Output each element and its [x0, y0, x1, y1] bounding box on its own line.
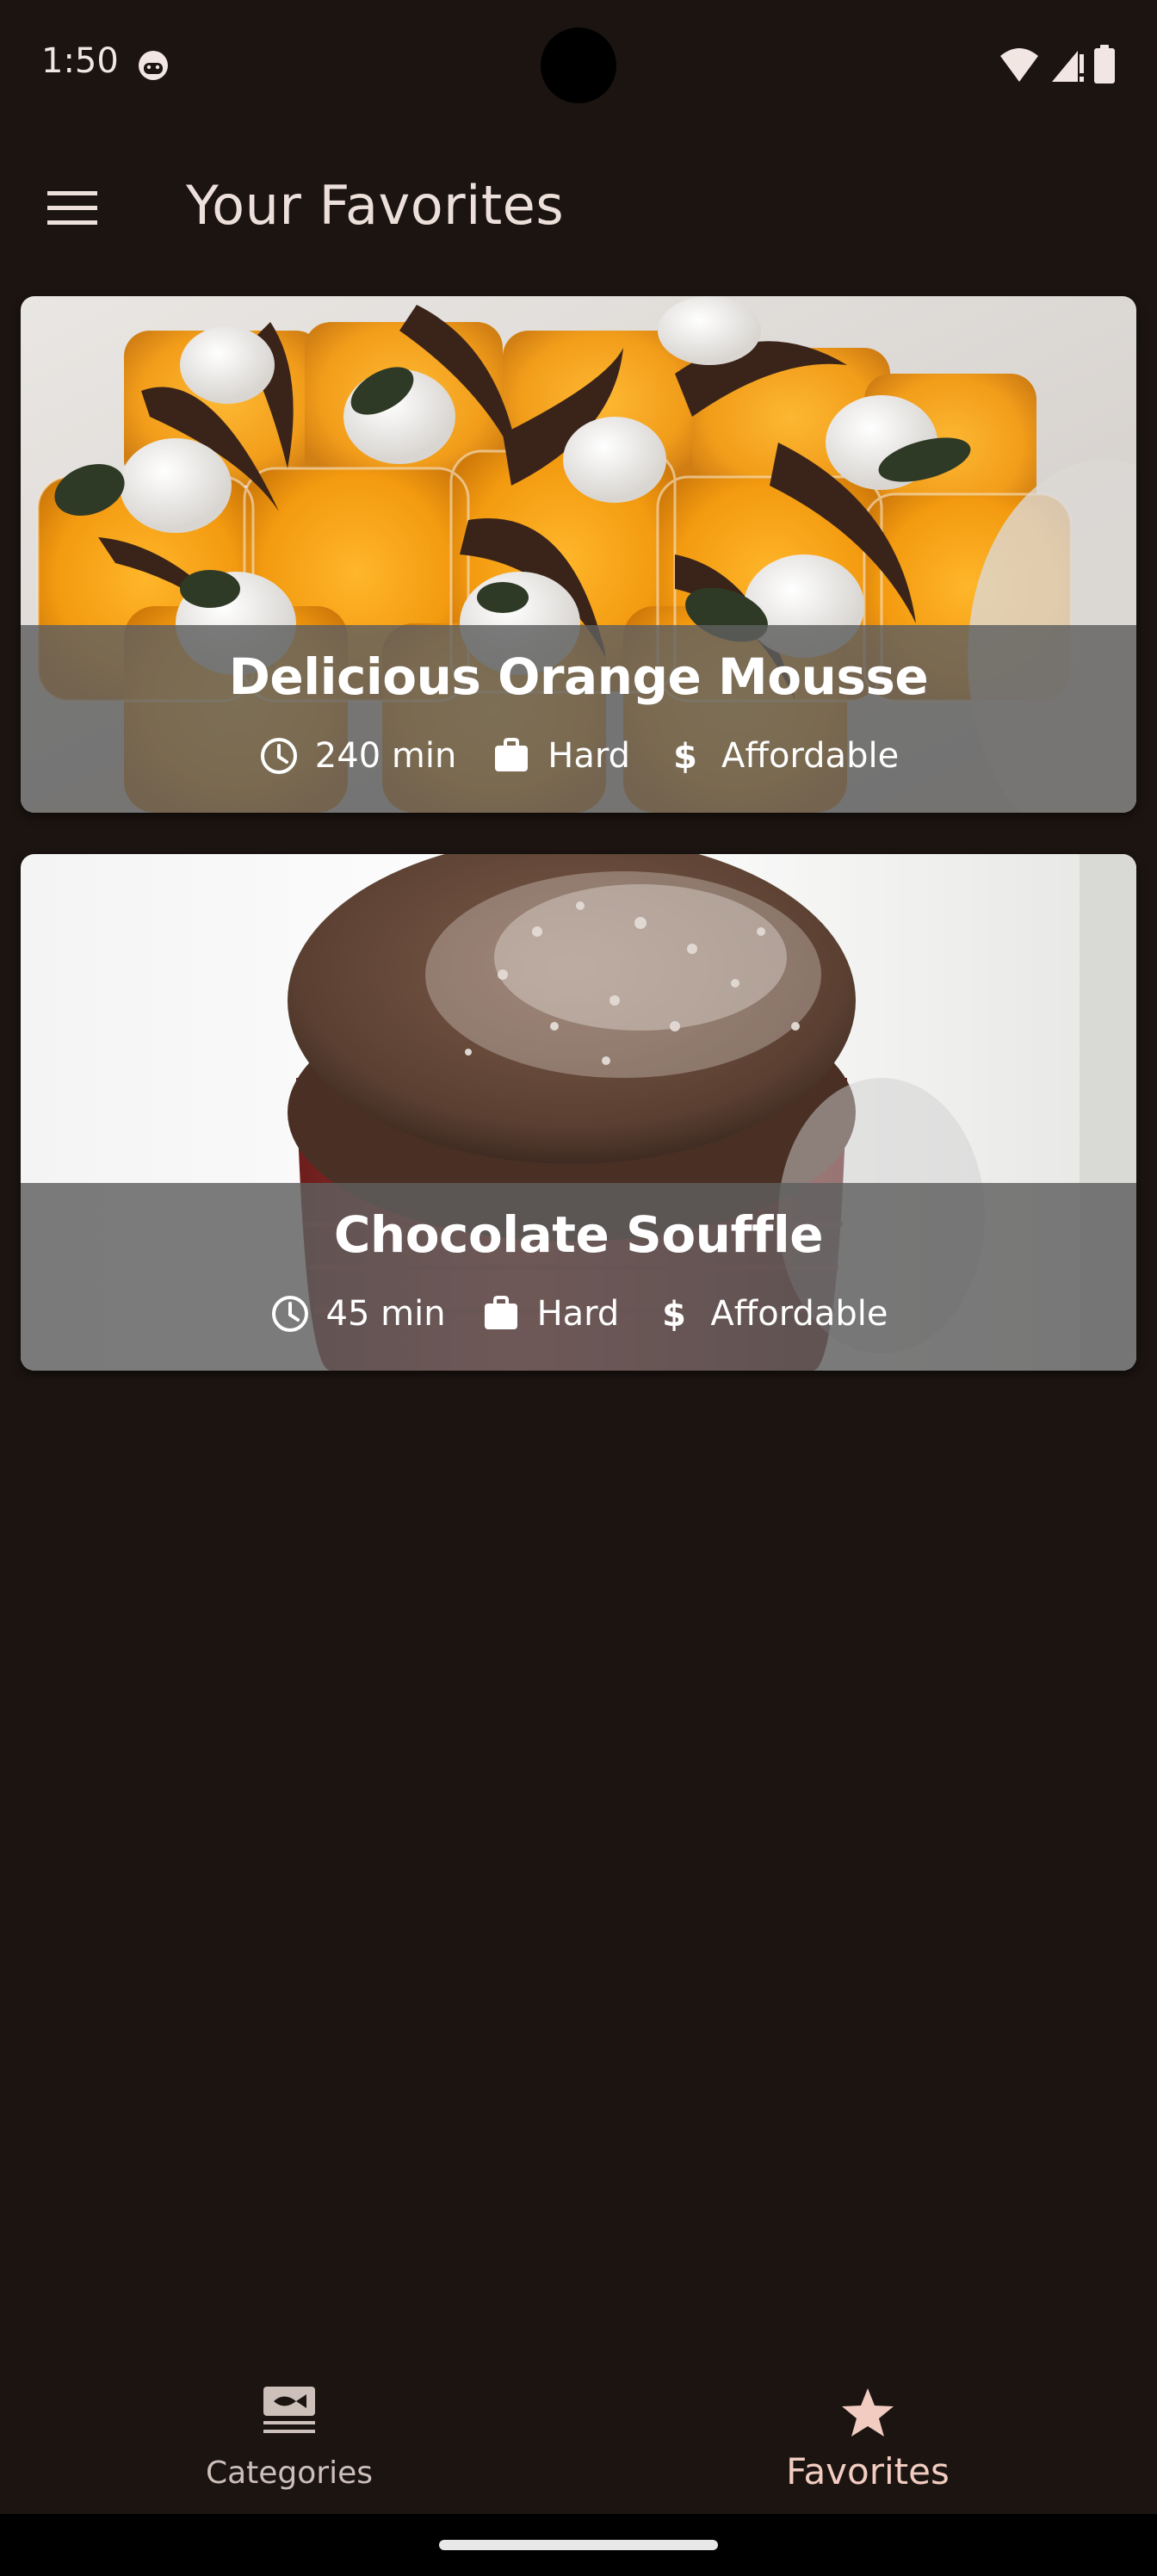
work-briefcase-icon — [484, 1296, 517, 1329]
meal-info-overlay: Delicious Orange Mousse 240 min Hard $ A… — [21, 625, 1136, 813]
svg-text:$: $ — [673, 737, 697, 777]
meal-duration-text: 45 min — [325, 1294, 446, 1334]
meal-duration-text: 240 min — [314, 736, 457, 776]
meal-card-orange-mousse[interactable]: Delicious Orange Mousse 240 min Hard $ A… — [21, 296, 1136, 813]
set-meal-icon — [263, 2387, 315, 2433]
meal-complexity: Hard — [480, 1293, 620, 1334]
bottom-navigation-bar: Categories Favorites — [0, 2352, 1157, 2514]
meal-title: Chocolate Souffle — [333, 1205, 824, 1264]
meal-affordability-text: Affordable — [721, 736, 900, 776]
top-app-bar: Your Favorites — [0, 129, 1157, 274]
star-icon — [842, 2388, 894, 2437]
app-notification-icon — [139, 51, 168, 80]
meal-complexity-text: Hard — [536, 1294, 620, 1334]
meal-affordability-text: Affordable — [710, 1294, 888, 1334]
dollar-icon: $ — [662, 1295, 686, 1334]
meal-meta: 240 min Hard $ Affordable — [21, 735, 1136, 777]
meal-complexity-text: Hard — [548, 736, 631, 776]
meal-card-chocolate-souffle[interactable]: Chocolate Souffle 45 min Hard $ Affordab… — [21, 854, 1136, 1371]
cellular-signal-icon — [1052, 51, 1084, 82]
nav-item-categories[interactable]: Categories — [0, 2352, 578, 2514]
status-bar: 1:50 — [0, 0, 1157, 129]
hamburger-menu-icon — [47, 191, 97, 225]
system-navigation-bar — [0, 2514, 1157, 2576]
svg-text:$: $ — [662, 1295, 686, 1334]
gesture-handle[interactable] — [439, 2540, 718, 2550]
meal-duration: 240 min — [258, 735, 457, 777]
battery-icon — [1094, 45, 1115, 84]
status-icons — [999, 45, 1116, 84]
meal-duration: 45 min — [269, 1293, 446, 1334]
status-time: 1:50 — [41, 41, 119, 81]
menu-button[interactable] — [31, 167, 114, 250]
camera-cutout — [541, 28, 616, 103]
nav-item-favorites[interactable]: Favorites — [578, 2352, 1157, 2514]
meal-meta: 45 min Hard $ Affordable — [21, 1293, 1136, 1334]
meal-title: Delicious Orange Mousse — [228, 647, 929, 706]
meal-affordability: $ Affordable — [665, 735, 899, 777]
meal-complexity: Hard — [491, 735, 630, 777]
clock-icon — [260, 738, 297, 774]
meal-info-overlay: Chocolate Souffle 45 min Hard $ Affordab… — [21, 1183, 1136, 1371]
wifi-icon — [1000, 48, 1038, 82]
screen: 1:50 Your Favorites Delicious Orange Mou… — [0, 0, 1157, 2576]
page-title: Your Favorites — [186, 174, 565, 237]
work-briefcase-icon — [495, 738, 529, 771]
nav-label-categories: Categories — [205, 2455, 374, 2491]
meal-affordability: $ Affordable — [653, 1293, 888, 1334]
nav-label-favorites: Favorites — [786, 2450, 950, 2492]
dollar-icon: $ — [673, 737, 697, 777]
clock-icon — [271, 1296, 308, 1332]
